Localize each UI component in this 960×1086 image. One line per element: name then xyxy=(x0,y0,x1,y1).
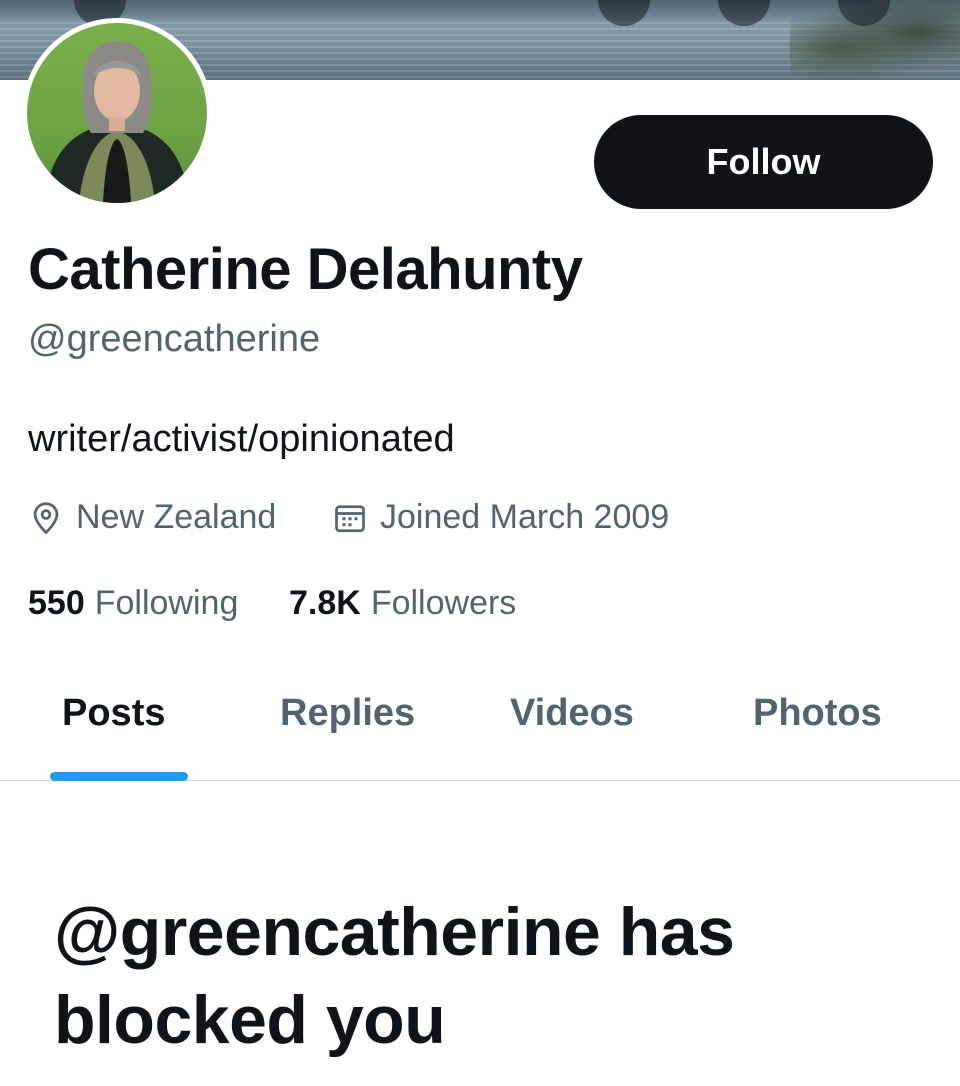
following-link[interactable]: 550 Following xyxy=(28,584,238,623)
tab-posts[interactable]: Posts xyxy=(62,692,165,735)
following-label: Following xyxy=(94,584,239,622)
profile-bio: writer/activist/opinionated xyxy=(28,418,455,460)
profile-tabs: Posts Replies Videos Photos xyxy=(0,668,960,781)
followers-count: 7.8K xyxy=(289,584,361,622)
avatar-photo xyxy=(27,23,207,203)
tab-photos[interactable]: Photos xyxy=(753,692,882,735)
tab-videos[interactable]: Videos xyxy=(510,692,634,735)
profile-location: New Zealand xyxy=(28,498,276,537)
calendar-icon xyxy=(335,504,365,532)
avatar-portrait xyxy=(45,41,189,203)
followers-label: Followers xyxy=(370,584,517,622)
profile-joined-date: Joined March 2009 xyxy=(332,498,669,537)
profile-handle: @greencatherine xyxy=(28,318,321,360)
location-pin-icon xyxy=(33,501,59,534)
profile-avatar[interactable] xyxy=(22,18,212,208)
active-tab-indicator xyxy=(50,772,188,781)
joined-label: Joined March 2009 xyxy=(380,498,670,536)
display-name: Catherine Delahunty xyxy=(28,237,583,302)
blocked-message: @greencatherine has blocked you xyxy=(54,894,735,1058)
tab-replies[interactable]: Replies xyxy=(280,692,415,735)
location-label: New Zealand xyxy=(76,498,277,536)
following-count: 550 xyxy=(28,584,85,622)
follow-button[interactable]: Follow xyxy=(594,115,933,209)
followers-link[interactable]: 7.8K Followers xyxy=(289,584,516,623)
